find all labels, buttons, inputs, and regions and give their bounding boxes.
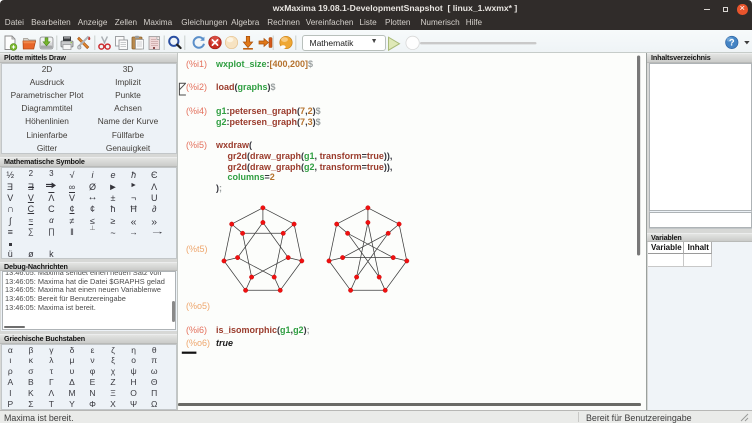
svg-text:?: ? [729,38,735,49]
